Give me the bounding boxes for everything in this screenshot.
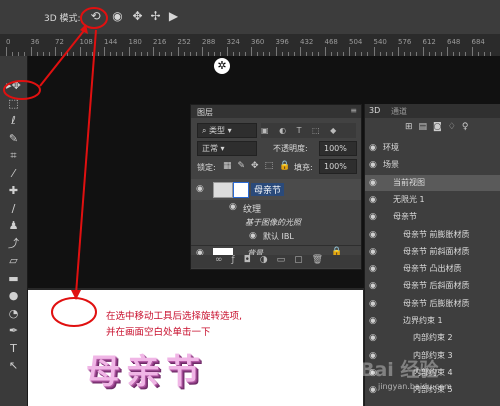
annotation-overlay [3,7,108,327]
annotation-circle-move-tool [3,80,41,100]
annotation-arrow-1 [39,27,87,87]
annotation-circle-blank [51,297,97,327]
annotation-arrow-2 [75,29,97,295]
annotation-circle-rotate [80,7,108,29]
